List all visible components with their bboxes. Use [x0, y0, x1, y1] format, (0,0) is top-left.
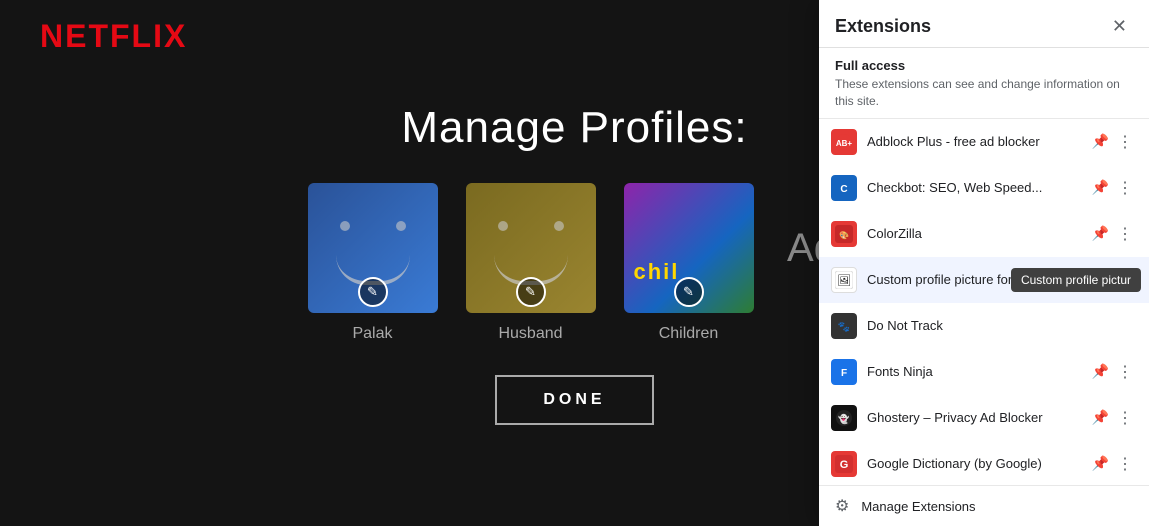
- profile-item-children[interactable]: chil ✎ Children: [624, 183, 754, 343]
- svg-text:C: C: [840, 184, 847, 195]
- googledic-name: Google Dictionary (by Google): [867, 456, 1086, 471]
- adblock-more-icon[interactable]: ⋮: [1113, 130, 1137, 154]
- adblock-pin-icon: 📌: [1092, 133, 1109, 150]
- adblock-name: Adblock Plus - free ad blocker: [867, 134, 1086, 149]
- custom-icon: 🖼: [831, 267, 857, 293]
- profile-item-palak[interactable]: ✎ Palak: [308, 183, 438, 343]
- edit-icon-children: ✎: [674, 277, 704, 307]
- profile-item-husband[interactable]: ✎ Husband: [466, 183, 596, 343]
- ext-item-custom[interactable]: 🖼 Custom profile picture for Ne... 📌 ⋮ C…: [819, 257, 1149, 303]
- colorzilla-pin-icon: 📌: [1092, 225, 1109, 242]
- fontsninja-more-icon[interactable]: ⋮: [1113, 360, 1137, 384]
- svg-text:G: G: [840, 459, 849, 471]
- profile-avatar-children[interactable]: chil ✎: [624, 183, 754, 313]
- checkbot-more-icon[interactable]: ⋮: [1113, 176, 1137, 200]
- full-access-heading: Full access: [835, 58, 1133, 73]
- checkbot-pin-icon: 📌: [1092, 179, 1109, 196]
- profile-name-husband: Husband: [498, 325, 562, 343]
- profile-avatar-palak[interactable]: ✎: [308, 183, 438, 313]
- custom-pin-icon: 📌: [1092, 271, 1109, 288]
- svg-text:🐾: 🐾: [838, 321, 850, 333]
- svg-text:F: F: [841, 368, 847, 379]
- colorzilla-name: ColorZilla: [867, 226, 1086, 241]
- full-access-section: Full access These extensions can see and…: [819, 48, 1149, 119]
- adblock-icon: AB+: [831, 129, 857, 155]
- edit-icon-husband: ✎: [516, 277, 546, 307]
- googledic-more-icon[interactable]: ⋮: [1113, 452, 1137, 476]
- profile-avatar-husband[interactable]: ✎: [466, 183, 596, 313]
- colorzilla-icon: 🎨: [831, 221, 857, 247]
- ghostery-pin-icon: 📌: [1092, 409, 1109, 426]
- ext-item-colorzilla[interactable]: 🎨 ColorZilla 📌 ⋮: [819, 211, 1149, 257]
- children-label: chil: [634, 259, 680, 285]
- svg-text:🖼: 🖼: [837, 274, 851, 287]
- ghostery-more-icon[interactable]: ⋮: [1113, 406, 1137, 430]
- custom-name: Custom profile picture for Ne...: [867, 272, 1086, 287]
- face-dot-right: [396, 221, 406, 231]
- svg-text:AB+: AB+: [836, 139, 853, 148]
- ext-item-ghostery[interactable]: 👻 Ghostery – Privacy Ad Blocker 📌 ⋮: [819, 395, 1149, 441]
- ext-item-fontsninja[interactable]: F Fonts Ninja 📌 ⋮: [819, 349, 1149, 395]
- ext-item-googledic[interactable]: G Google Dictionary (by Google) 📌 ⋮: [819, 441, 1149, 485]
- extensions-header: Extensions ✕: [819, 0, 1149, 48]
- fontsninja-name: Fonts Ninja: [867, 364, 1086, 379]
- svg-text:🎨: 🎨: [839, 230, 849, 240]
- manage-extensions-label: Manage Extensions: [861, 499, 975, 514]
- profile-name-palak: Palak: [352, 325, 392, 343]
- gear-icon: ⚙: [835, 496, 849, 516]
- manage-extensions-item[interactable]: ⚙ Manage Extensions: [819, 485, 1149, 526]
- ext-item-checkbot[interactable]: C Checkbot: SEO, Web Speed... 📌 ⋮: [819, 165, 1149, 211]
- page-title: Manage Profiles:: [401, 103, 747, 153]
- ghostery-icon: 👻: [831, 405, 857, 431]
- colorzilla-more-icon[interactable]: ⋮: [1113, 222, 1137, 246]
- face-dot-right-h: [554, 221, 564, 231]
- googledic-pin-icon: 📌: [1092, 455, 1109, 472]
- full-access-description: These extensions can see and change info…: [835, 76, 1133, 110]
- profile-name-children: Children: [659, 325, 719, 343]
- svg-text:👻: 👻: [838, 413, 849, 425]
- donottrack-icon: 🐾: [831, 313, 857, 339]
- done-button[interactable]: DONE: [495, 375, 653, 425]
- googledic-icon: G: [831, 451, 857, 477]
- ext-item-adblock[interactable]: AB+ Adblock Plus - free ad blocker 📌 ⋮: [819, 119, 1149, 165]
- extensions-title: Extensions: [835, 16, 931, 37]
- fontsninja-pin-icon: 📌: [1092, 363, 1109, 380]
- close-button[interactable]: ✕: [1106, 14, 1133, 39]
- extensions-panel: Extensions ✕ Full access These extension…: [819, 0, 1149, 526]
- custom-more-icon[interactable]: ⋮: [1113, 268, 1137, 292]
- extensions-list: AB+ Adblock Plus - free ad blocker 📌 ⋮ C…: [819, 119, 1149, 485]
- checkbot-name: Checkbot: SEO, Web Speed...: [867, 180, 1086, 195]
- checkbot-icon: C: [831, 175, 857, 201]
- fontsninja-icon: F: [831, 359, 857, 385]
- ghostery-name: Ghostery – Privacy Ad Blocker: [867, 410, 1086, 425]
- profiles-row: ✎ Palak ✎ Husband chil ✎ Children: [308, 183, 842, 343]
- face-dot-left-h: [498, 221, 508, 231]
- face-dot-left: [340, 221, 350, 231]
- ext-item-donottrack[interactable]: 🐾 Do Not Track: [819, 303, 1149, 349]
- donottrack-name: Do Not Track: [867, 318, 1137, 333]
- edit-icon: ✎: [358, 277, 388, 307]
